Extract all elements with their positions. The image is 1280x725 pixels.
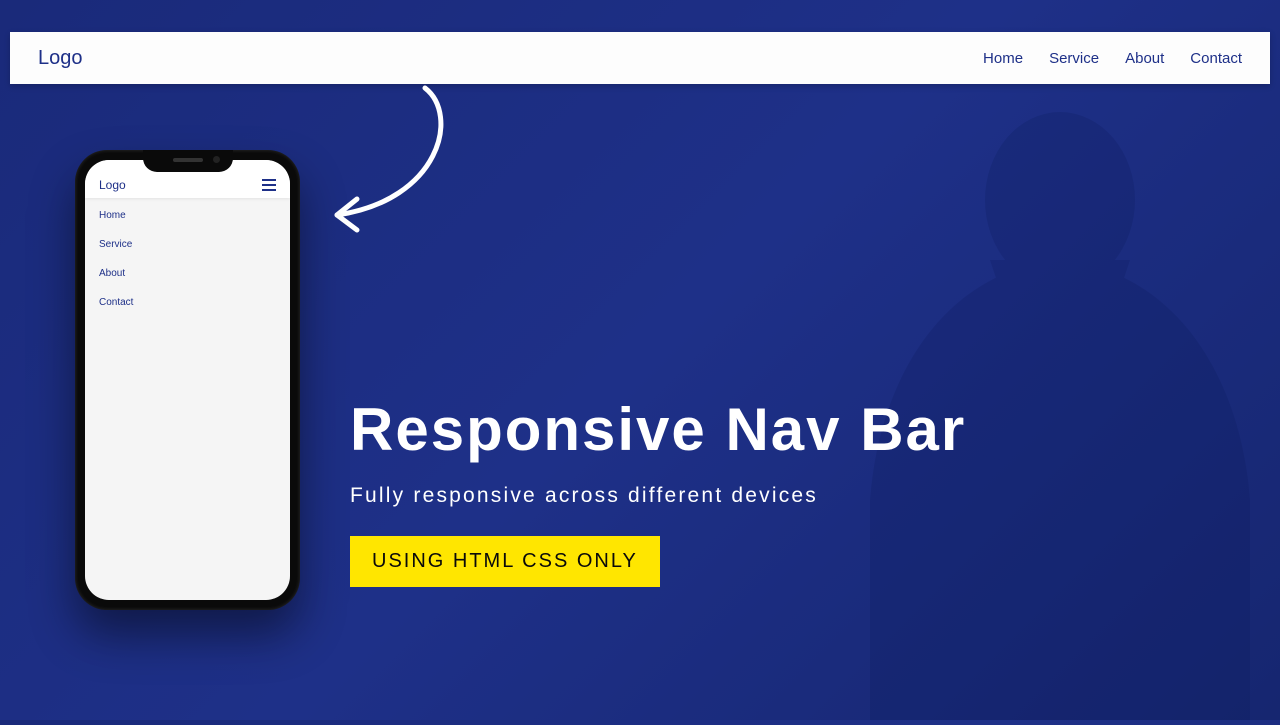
nav-link-contact[interactable]: Contact: [1190, 50, 1242, 67]
phone-speaker-icon: [173, 158, 203, 162]
nav-link-service[interactable]: Service: [1049, 50, 1099, 67]
mobile-nav-link-about[interactable]: About: [99, 268, 276, 279]
nav-links: Home Service About Contact: [983, 50, 1242, 67]
mobile-nav-links: Home Service About Contact: [85, 198, 290, 320]
mobile-logo[interactable]: Logo: [99, 166, 126, 192]
phone-mockup: Logo Home Service About Contact: [75, 150, 300, 610]
phone-screen: Logo Home Service About Contact: [85, 160, 290, 600]
mobile-navbar: Logo: [85, 160, 290, 198]
nav-link-about[interactable]: About: [1125, 50, 1164, 67]
hero-badge: USING HTML CSS ONLY: [350, 536, 660, 587]
desktop-navbar: Logo Home Service About Contact: [10, 32, 1270, 84]
background-person-silhouette: [810, 60, 1280, 720]
mobile-nav-link-home[interactable]: Home: [99, 210, 276, 221]
hero-title: Responsive Nav Bar: [350, 395, 966, 464]
nav-link-home[interactable]: Home: [983, 50, 1023, 67]
hamburger-icon[interactable]: [262, 167, 276, 190]
curved-arrow-icon: [305, 80, 475, 250]
hero-section: Responsive Nav Bar Fully responsive acro…: [350, 395, 966, 587]
phone-camera-icon: [213, 156, 220, 163]
mobile-nav-link-contact[interactable]: Contact: [99, 297, 276, 308]
logo[interactable]: Logo: [38, 47, 83, 70]
mobile-nav-link-service[interactable]: Service: [99, 239, 276, 250]
hero-subtitle: Fully responsive across different device…: [350, 484, 966, 508]
